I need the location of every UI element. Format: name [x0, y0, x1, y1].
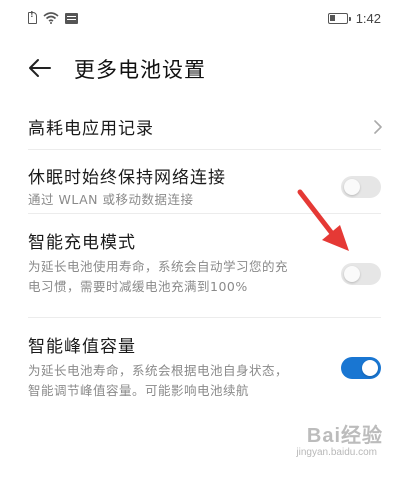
row-subtitle: 通过 WLAN 或移动数据连接	[28, 192, 194, 207]
row-high-power-apps[interactable]: 高耗电应用记录	[0, 104, 405, 150]
row-subtitle: 为延长电池使用寿命，系统会自动学习您的充电习惯，需要时减缓电池充满到100%	[28, 259, 289, 294]
status-clock: 1:42	[355, 11, 381, 26]
sim-alert-icon	[28, 10, 37, 24]
row-keep-network-asleep: 休眠时始终保持网络连接 通过 WLAN 或移动数据连接	[0, 150, 405, 214]
wifi-icon	[43, 12, 59, 24]
toggle-knob	[344, 266, 360, 282]
status-icons-left	[28, 10, 78, 24]
settings-list: 高耗电应用记录 休眠时始终保持网络连接 通过 WLAN 或移动数据连接 智能充电…	[0, 104, 405, 418]
page-title: 更多电池设置	[74, 58, 206, 82]
toggle-knob	[344, 179, 360, 195]
status-bar: 1:42	[0, 0, 405, 36]
row-smart-charging: 智能充电模式 为延长电池使用寿命，系统会自动学习您的充电习惯，需要时减缓电池充满…	[0, 214, 405, 318]
status-icons-right: 1:42	[327, 11, 381, 26]
baidu-jingyan-watermark: Bai经验 jingyan.baidu.com	[273, 419, 383, 463]
back-button[interactable]	[26, 54, 54, 82]
row-title: 智能峰值容量	[28, 337, 136, 357]
keep-network-toggle[interactable]	[341, 176, 381, 198]
row-title: 智能充电模式	[28, 233, 136, 253]
watermark-logo: Bai经验	[306, 425, 383, 447]
arrow-left-icon	[29, 59, 51, 77]
row-title: 休眠时始终保持网络连接	[28, 168, 226, 188]
toggle-knob	[362, 360, 378, 376]
watermark-url: jingyan.baidu.com	[296, 447, 377, 458]
peak-capacity-toggle[interactable]	[341, 357, 381, 379]
title-bar: 更多电池设置	[0, 44, 405, 92]
message-icon	[65, 12, 78, 24]
smart-charging-toggle[interactable]	[341, 263, 381, 285]
phone-screen: 1:42 更多电池设置 高耗电应用记录 休眠时始终保持网络连接 通过 WLAN …	[0, 0, 405, 477]
row-smart-peak-capacity: 智能峰值容量 为延长电池寿命，系统会根据电池自身状态，智能调节峰值容量。可能影响…	[0, 318, 405, 418]
chevron-right-icon	[374, 120, 382, 134]
battery-icon	[327, 13, 351, 24]
row-subtitle: 为延长电池寿命，系统会根据电池自身状态，智能调节峰值容量。可能影响电池续航	[28, 363, 289, 398]
row-title: 高耗电应用记录	[28, 119, 154, 139]
